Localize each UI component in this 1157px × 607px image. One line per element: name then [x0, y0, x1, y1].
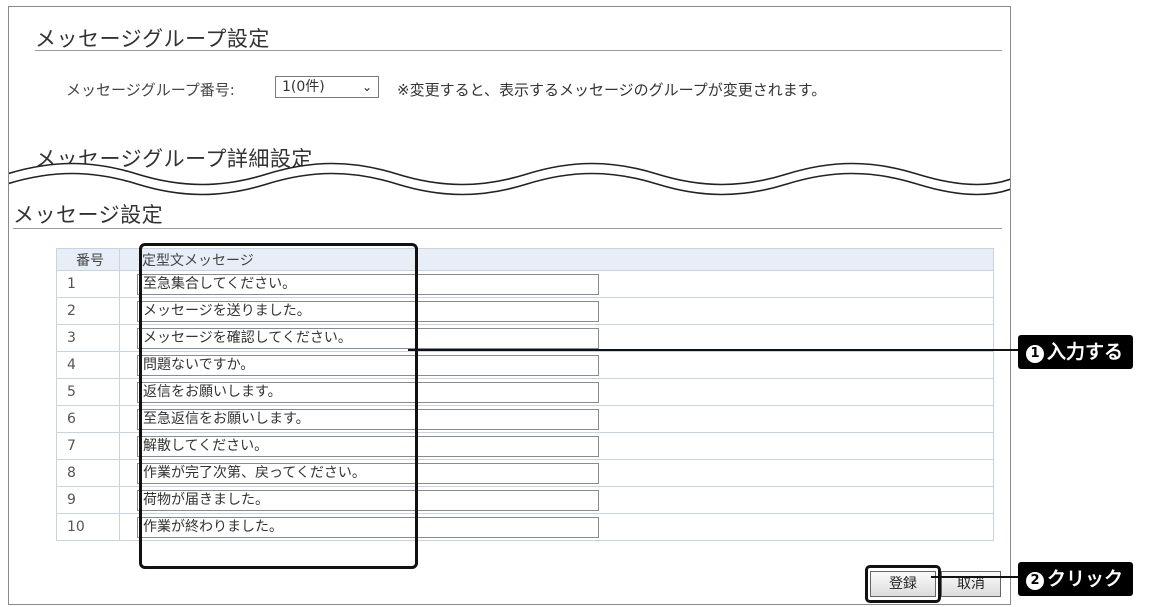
group-number-select[interactable]: 1(0件) ⌄	[275, 76, 379, 98]
group-number-label: メッセージグループ番号:	[66, 81, 235, 99]
row-number: 3	[56, 324, 120, 352]
row-number: 1	[56, 270, 120, 298]
callout-leader-line	[931, 576, 1026, 578]
chevron-down-icon: ⌄	[361, 80, 372, 94]
callout-input: 1 入力する	[1018, 335, 1134, 369]
callout-click: 2 クリック	[1018, 562, 1134, 596]
register-button[interactable]: 登録	[870, 571, 936, 597]
callout-leader-line	[408, 349, 1028, 351]
row-number: 8	[56, 459, 120, 487]
step-number-badge: 2	[1026, 572, 1044, 590]
group-settings-title: メッセージグループ設定	[35, 27, 270, 51]
row-number: 7	[56, 432, 120, 460]
row-number: 9	[56, 486, 120, 514]
row-number: 2	[56, 297, 120, 325]
row-number: 5	[56, 378, 120, 406]
message-settings-title: メッセージ設定	[13, 203, 164, 227]
cancel-button[interactable]: 取消	[941, 571, 1001, 597]
input-highlight-box	[139, 243, 418, 569]
row-number: 4	[56, 351, 120, 379]
row-number: 6	[56, 405, 120, 433]
page-break-wave	[9, 162, 1010, 196]
column-header-number: 番号	[56, 248, 120, 271]
group-number-value: 1(0件)	[282, 79, 325, 95]
step-number-badge: 1	[1026, 345, 1044, 363]
divider	[13, 228, 1002, 229]
settings-panel: メッセージグループ設定 メッセージグループ番号: 1(0件) ⌄ ※変更すると、…	[8, 6, 1011, 605]
row-number: 10	[56, 513, 120, 541]
divider	[35, 50, 1002, 51]
callout-input-text: 入力する	[1047, 341, 1124, 363]
group-change-note: ※変更すると、表示するメッセージのグループが変更されます。	[397, 81, 827, 99]
callout-click-text: クリック	[1047, 568, 1124, 590]
